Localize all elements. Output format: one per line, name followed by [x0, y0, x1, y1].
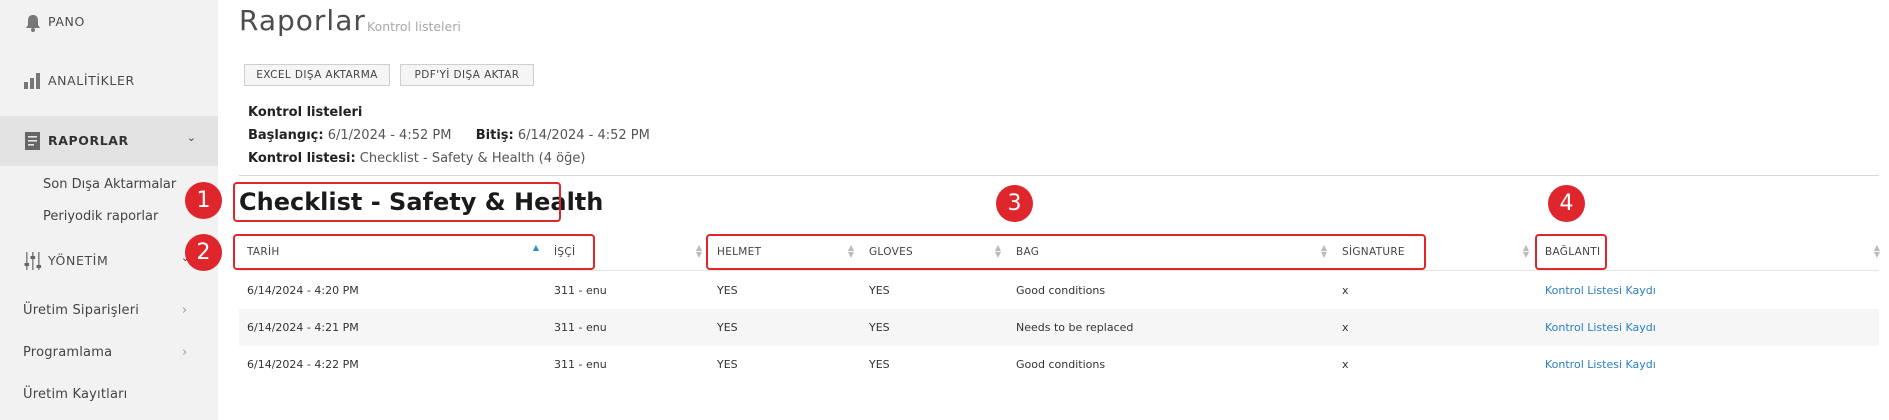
chevron-right-icon: ›	[182, 345, 188, 360]
table-row: 6/14/2024 - 4:21 PM 311 - enu YES YES Ne…	[239, 309, 1879, 346]
annotation-badge-2: 2	[185, 234, 222, 271]
nav-pano-label: PANO	[48, 14, 85, 29]
nav-raporlar[interactable]: RAPORLAR ⌄	[0, 116, 218, 166]
annotation-box-4	[1535, 234, 1607, 270]
cell-tarih: 6/14/2024 - 4:22 PM	[247, 358, 359, 371]
nav-programlama[interactable]: Programlama	[23, 345, 112, 360]
sort-icon[interactable]: ▲ ▼	[1522, 244, 1530, 259]
nav-periyodik-raporlar[interactable]: Periyodik raporlar	[43, 209, 158, 224]
cell-tarih: 6/14/2024 - 4:21 PM	[247, 321, 359, 334]
document-icon	[25, 132, 40, 150]
annotation-box-3	[706, 234, 1426, 270]
table-row: 6/14/2024 - 4:22 PM 311 - enu YES YES Go…	[239, 346, 1879, 383]
nav-son-disa-aktarmalar[interactable]: Son Dışa Aktarmalar	[43, 177, 176, 192]
annotation-badge-4: 4	[1548, 185, 1585, 222]
table-header-divider	[239, 270, 1879, 271]
divider	[239, 175, 1879, 176]
info-date-range: Başlangıç: 6/1/2024 - 4:52 PM Bitiş: 6/1…	[248, 128, 650, 143]
page-subtitle: Kontrol listeleri	[367, 19, 461, 34]
info-heading: Kontrol listeleri	[248, 105, 363, 120]
table-row: 6/14/2024 - 4:20 PM 311 - enu YES YES Go…	[239, 272, 1879, 309]
cell-isci: 311 - enu	[554, 321, 607, 334]
nav-analitikler-label: ANALİTİKLER	[48, 73, 135, 88]
checklist-value: Checklist - Safety & Health (4 öğe)	[359, 151, 586, 166]
sort-icon[interactable]: ▲ ▼	[695, 244, 703, 259]
end-label: Bitiş:	[475, 128, 514, 143]
annotation-box-2	[233, 234, 595, 270]
annotation-box-1	[233, 182, 561, 222]
sort-icon[interactable]: ▲ ▼	[1873, 244, 1881, 259]
nav-uretim-kayitlari[interactable]: Üretim Kayıtları	[23, 387, 127, 402]
cell-signature: x	[1342, 358, 1349, 371]
cell-helmet: YES	[717, 358, 738, 371]
pdf-export-button[interactable]: PDF'Yİ DIŞA AKTAR	[400, 64, 534, 86]
checklist-label: Kontrol listesi:	[248, 151, 356, 166]
cell-gloves: YES	[869, 284, 890, 297]
annotation-badge-1: 1	[185, 182, 222, 219]
cell-isci: 311 - enu	[554, 284, 607, 297]
start-label: Başlangıç:	[248, 128, 324, 143]
nav-analitikler[interactable]: ANALİTİKLER	[0, 65, 218, 95]
cell-bag: Good conditions	[1016, 284, 1106, 297]
nav-yonetim-label: YÖNETİM	[48, 253, 109, 268]
nav-uretim-siparisleri[interactable]: Üretim Siparişleri	[23, 303, 139, 318]
cell-helmet: YES	[717, 321, 738, 334]
cell-gloves: YES	[869, 321, 890, 334]
cell-bag: Good conditions	[1016, 358, 1106, 371]
checklist-record-link[interactable]: Kontrol Listesi Kaydı	[1545, 284, 1656, 297]
bell-icon	[26, 15, 40, 32]
start-value: 6/1/2024 - 4:52 PM	[327, 128, 452, 143]
excel-export-button[interactable]: EXCEL DIŞA AKTARMA	[244, 64, 390, 86]
cell-gloves: YES	[869, 358, 890, 371]
nav-raporlar-label: RAPORLAR	[48, 133, 129, 148]
checklist-record-link[interactable]: Kontrol Listesi Kaydı	[1545, 321, 1656, 334]
cell-bag: Needs to be replaced	[1016, 321, 1134, 334]
sliders-icon	[24, 252, 42, 270]
cell-isci: 311 - enu	[554, 358, 607, 371]
chevron-down-icon: ⌄	[186, 131, 196, 144]
annotation-badge-3: 3	[996, 185, 1033, 222]
bar-chart-icon	[24, 73, 40, 89]
cell-signature: x	[1342, 284, 1349, 297]
checklist-record-link[interactable]: Kontrol Listesi Kaydı	[1545, 358, 1656, 371]
cell-helmet: YES	[717, 284, 738, 297]
cell-signature: x	[1342, 321, 1349, 334]
end-value: 6/14/2024 - 4:52 PM	[517, 128, 650, 143]
cell-tarih: 6/14/2024 - 4:20 PM	[247, 284, 359, 297]
info-checklist: Kontrol listesi: Checklist - Safety & He…	[248, 151, 585, 166]
chevron-right-icon: ›	[182, 303, 188, 318]
page-title: Raporlar	[239, 4, 366, 37]
nav-pano[interactable]: PANO	[0, 8, 218, 38]
sidebar: PANO ANALİTİKLER RAPORLAR ⌄ Son Dışa Akt…	[0, 0, 218, 420]
